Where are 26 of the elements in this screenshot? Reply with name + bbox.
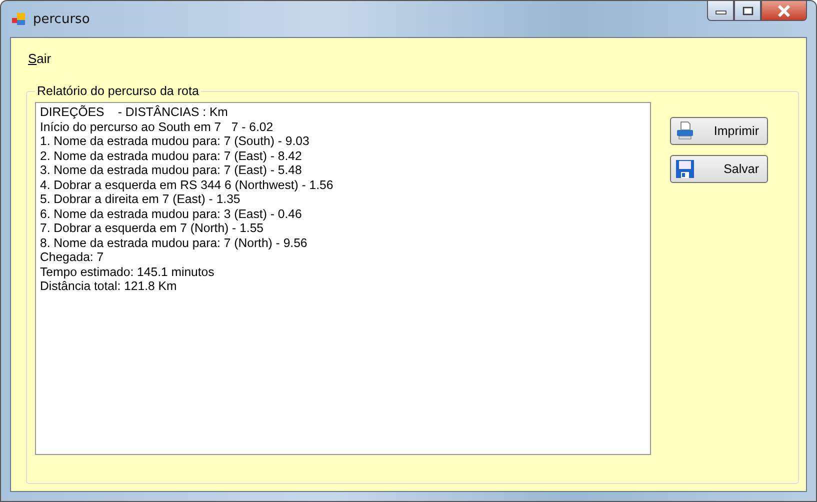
report-line: 7. Dobrar a esquerda em 7 (North) - 1.55 [40, 221, 264, 236]
minimize-button[interactable] [707, 1, 734, 21]
close-icon [777, 4, 791, 16]
save-button[interactable]: Salvar [670, 155, 768, 183]
report-line: Distância total: 121.8 Km [40, 279, 178, 294]
report-line: 4. Dobrar a esquerda em RS 344 6 (Northwest) - 1.56 [40, 178, 334, 192]
menu-item[interactable]: Sair [26, 46, 54, 70]
app-icon [11, 11, 27, 27]
report-line: 1. Nome da estrada mudou para: 7 (South) - 9.03 [40, 134, 310, 148]
maximize-icon [742, 6, 754, 16]
report-line: 3. Nome da estrada mudou para: 7 (East) - 5.48 [40, 163, 303, 178]
report-line: 5. Dobrar a direita em 7 (East) - 1.35 [40, 192, 242, 206]
report-line: 2. Nome da estrada mudou para: 7 (East) - 8.42 [40, 148, 303, 163]
group-title: Relatório do percurso da rota [36, 84, 200, 98]
report-line: Tempo estimado: 145.1 minutos [40, 264, 216, 279]
close-button[interactable] [761, 1, 807, 21]
report-line: Início do percurso ao South em 7 7 - 6.02 [40, 120, 274, 134]
report-line: 8. Nome da estrada mudou para: 7 (North) - 9.56 [40, 236, 308, 250]
report-line: Chegada: 7 [40, 250, 105, 264]
print-button[interactable]: Imprimir [670, 117, 768, 145]
window-title: percurso [33, 12, 90, 26]
maximize-button[interactable] [734, 1, 761, 21]
printer-icon [675, 121, 695, 141]
report-line: 6. Nome da estrada mudou para: 3 (East) - 0.46 [40, 206, 303, 221]
report-text-area[interactable] [35, 102, 651, 455]
report-line: DIREÇÕES - DISTÂNCIAS : Km [40, 105, 229, 120]
